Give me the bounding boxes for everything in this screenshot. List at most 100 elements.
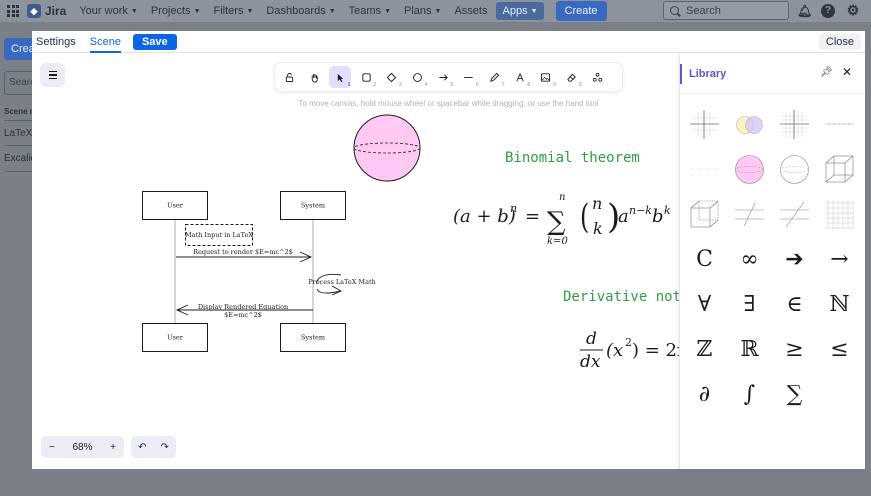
jira-top-nav: ◆ Jira Your work ▼ Projects ▼ Filters ▼ Dash… [0, 0, 871, 22]
nav-label: Assets [454, 5, 488, 17]
library-symbol-reals[interactable]: ℝ [732, 332, 767, 367]
app-switcher-icon[interactable] [7, 5, 19, 17]
library-symbol-complex[interactable]: C [687, 242, 722, 277]
main-menu-button[interactable] [40, 63, 65, 87]
nav-assets[interactable]: Assets [454, 5, 487, 17]
library-symbol-exists[interactable]: ∃ [732, 287, 767, 322]
lock-tool[interactable] [278, 66, 300, 88]
background-search: Search [4, 71, 34, 95]
library-symbol-arrow[interactable]: → [822, 242, 857, 277]
nav-label: Filters [213, 5, 244, 17]
library-symbol-partial[interactable]: ∂ [687, 377, 722, 412]
settings-gear-icon[interactable]: ⚙ [846, 3, 860, 18]
help-icon[interactable]: ? [821, 4, 835, 18]
jira-logo[interactable]: ◆ Jira [27, 4, 66, 18]
library-symbol-integers[interactable]: ℤ [687, 332, 722, 367]
draw-tool[interactable]: 7 [484, 66, 506, 88]
library-symbol-integral[interactable]: ∫ [732, 377, 767, 412]
pin-icon[interactable]: 📌︎ [820, 67, 833, 78]
rectangle-tool[interactable]: 2 [355, 66, 377, 88]
svg-text:) = 2x: ) = 2x [632, 340, 679, 361]
drawing-canvas[interactable]: To move canvas, hold mouse wheel or spac… [32, 54, 679, 469]
line-tool[interactable]: 6 [458, 66, 480, 88]
library-item[interactable] [822, 107, 857, 142]
svg-text:b: b [652, 206, 664, 227]
library-symbol-leq[interactable]: ≤ [822, 332, 857, 367]
selection-tool[interactable]: 1 [329, 66, 352, 88]
library-item[interactable] [732, 152, 767, 187]
ellipse-icon [413, 72, 422, 82]
derivative-equation[interactable]: d dx (x 2 ) = 2x [580, 329, 679, 372]
zoom-in-button[interactable]: + [110, 442, 116, 453]
svg-text:=: = [525, 206, 540, 227]
grid-axes-icon [780, 110, 809, 139]
tab-settings[interactable]: Settings [36, 31, 84, 53]
nav-filters[interactable]: Filters ▼ [214, 5, 254, 17]
library-item[interactable] [687, 152, 722, 187]
background-row: LaTeX Demo [4, 128, 32, 139]
text-icon [516, 72, 524, 81]
ellipse-tool[interactable]: 4 [406, 66, 428, 88]
hand-tool[interactable] [304, 66, 326, 88]
binomial-equation[interactable]: (a + b) n = n ∑ k=0 ( n k ) a n−k b k [453, 192, 671, 247]
text-tool[interactable]: 8 [509, 66, 531, 88]
sequence-diagram[interactable]: User System Math Input in LaTeX Request … [142, 191, 376, 352]
nav-teams[interactable]: Teams ▼ [349, 5, 391, 17]
image-tool[interactable]: 9 [535, 66, 557, 88]
library-symbol-bold-arrow[interactable]: ➔ [777, 242, 812, 277]
selection-icon [337, 73, 344, 82]
library-item[interactable] [777, 107, 812, 142]
sphere-shape[interactable] [353, 114, 421, 182]
nav-apps[interactable]: Apps ▼ [496, 2, 544, 20]
svg-text:(a + b): (a + b) [453, 206, 516, 227]
shortcut-number: 2 [373, 82, 377, 88]
library-symbol-geq[interactable]: ≥ [777, 332, 812, 367]
chevron-down-icon: ▼ [384, 7, 391, 15]
tab-scene[interactable]: Scene [89, 31, 121, 53]
library-symbol-forall[interactable]: ∀ [687, 287, 722, 322]
library-symbol-element-of[interactable]: ∈ [777, 287, 812, 322]
scene-drawing[interactable]: User System Math Input in LaTeX Request … [32, 54, 679, 469]
library-symbol-sum[interactable]: ∑ [777, 377, 812, 412]
redo-icon[interactable]: ↷ [161, 442, 169, 453]
shortcut-number: 3 [398, 82, 402, 88]
library-symbol-naturals[interactable]: ℕ [822, 287, 857, 322]
svg-text:a: a [618, 206, 629, 227]
library-item[interactable] [777, 197, 812, 232]
svg-text:n−k: n−k [629, 204, 652, 217]
derivative-title[interactable]: Derivative nota [563, 289, 679, 305]
svg-text:n: n [592, 194, 602, 213]
create-button[interactable]: Create [555, 1, 607, 21]
close-button[interactable]: Close [818, 34, 861, 50]
diamond-tool[interactable]: 3 [381, 66, 403, 88]
library-item[interactable] [687, 107, 722, 142]
zoom-out-button[interactable]: − [49, 442, 55, 453]
display-label-line2: $E=mc^2$ [224, 311, 262, 319]
save-button[interactable]: Save [132, 33, 177, 50]
undo-icon[interactable]: ↶ [138, 442, 146, 453]
sphere-icon [735, 155, 764, 184]
nav-plans[interactable]: Plans ▼ [404, 5, 441, 17]
nav-dashboards[interactable]: Dashboards ▼ [266, 5, 335, 17]
nav-projects[interactable]: Projects ▼ [151, 5, 201, 17]
library-item[interactable] [822, 152, 857, 187]
eraser-tool[interactable]: 0 [561, 66, 583, 88]
library-item[interactable] [732, 107, 767, 142]
zoom-level[interactable]: 68% [72, 442, 92, 453]
library-item[interactable] [732, 197, 767, 232]
close-library-icon[interactable]: ✕ [842, 65, 852, 79]
library-symbol-infinity[interactable]: ∞ [732, 242, 767, 277]
grid-icon [825, 200, 854, 229]
binomial-title[interactable]: Binomial theorem [505, 150, 640, 166]
global-search-input[interactable]: Search [663, 1, 789, 20]
chevron-down-icon: ▼ [193, 7, 201, 15]
more-tools-button[interactable] [586, 66, 608, 88]
arrow-tool[interactable]: 5 [432, 66, 454, 88]
nav-label: Apps [502, 5, 528, 17]
notifications-icon[interactable]: 🔔︎ [797, 4, 812, 18]
library-item[interactable] [777, 152, 812, 187]
library-item[interactable] [687, 197, 722, 232]
brand-name: Jira [45, 4, 67, 18]
library-item[interactable] [822, 197, 857, 232]
nav-your-work[interactable]: Your work ▼ [79, 5, 137, 17]
